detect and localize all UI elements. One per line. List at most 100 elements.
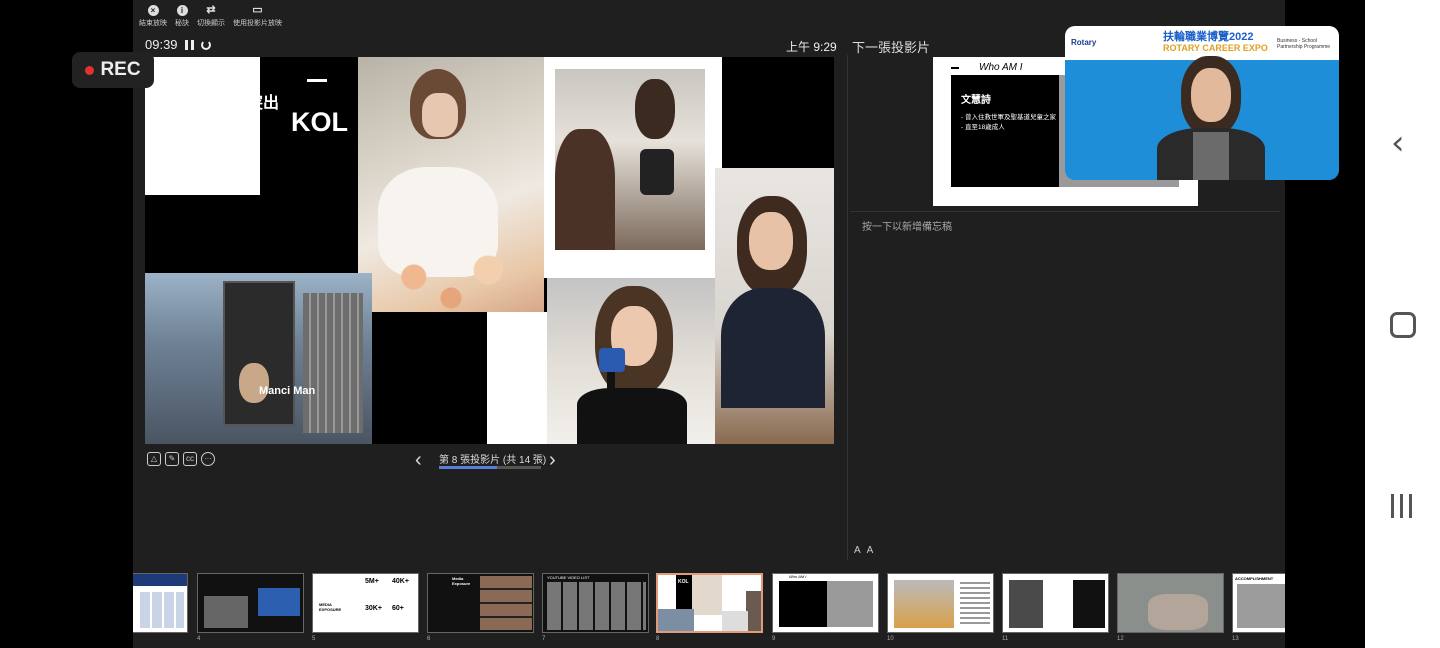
home-icon[interactable] (1390, 312, 1416, 338)
notes-divider (850, 211, 1280, 212)
speaker-notes[interactable]: 按一下以新增備忘稿 (862, 218, 952, 233)
laser-pointer-icon[interactable]: △ (147, 452, 161, 466)
slide-progress-fill (439, 466, 498, 469)
pen-icon[interactable]: ✎ (165, 452, 179, 466)
rotary-logo: Rotary (1071, 38, 1097, 47)
billboard-name: Manci Man (259, 385, 316, 397)
thumbnail-number: 8 (656, 636, 660, 642)
tips-button[interactable]: i 秘訣 (175, 5, 189, 28)
slide-thumbnail[interactable]: YOUTUBE VIDEO LIST (542, 573, 649, 633)
slide-thumbnail[interactable]: ACCOMPLISHMENT (1232, 573, 1285, 633)
clock: 上午 9:29 (786, 40, 837, 54)
portrait-photo (715, 168, 834, 444)
billboard-headline: 最突出 (231, 95, 280, 112)
slide-thumbnail[interactable] (197, 573, 304, 633)
use-slideshow-label: 使用投影片放映 (233, 20, 282, 27)
panel-divider[interactable] (847, 55, 848, 560)
next-slide-bullets: - 曾入住救世軍及聖基道兒童之家 - 直至18歲成人 (961, 113, 1057, 133)
current-slide[interactable]: KOL 最突出 Manci Man (145, 57, 834, 444)
thumbnail-number: 11 (1002, 636, 1009, 642)
white-block (145, 57, 260, 195)
thumbnail-number: 10 (887, 636, 894, 642)
kol-dash (307, 79, 327, 82)
thumbnail-number: 9 (772, 636, 776, 642)
billboard-photo (145, 273, 372, 444)
slideshow-icon: ▭ (252, 4, 263, 16)
close-icon: × (147, 5, 159, 16)
bridal-photo (358, 57, 544, 312)
recent-apps-icon[interactable] (1391, 494, 1412, 518)
video-call-overlay[interactable]: Rotary 扶輪職業博覽2022 ROTARY CAREER EXPO Bus… (1065, 26, 1339, 180)
back-icon[interactable]: ‹ (1391, 126, 1405, 160)
thumbnail-number: 6 (427, 636, 431, 642)
top-right-block (722, 57, 834, 165)
increase-font-button[interactable]: A (854, 545, 861, 556)
black-block (145, 195, 257, 273)
next-slide-label: 下一張投影片 (852, 40, 931, 55)
thumb-label: Media Exposure (452, 576, 471, 586)
swap-icon: ⇄ (206, 4, 216, 16)
more-options-icon[interactable]: ··· (201, 452, 215, 466)
slide-counter: 第 8 張投影片 (共 14 張) (439, 455, 547, 466)
previous-slide-button[interactable]: ‹ (415, 450, 422, 470)
thumbnail-number: 12 (1117, 636, 1124, 642)
thumb-stat: 30K+ (365, 605, 382, 612)
record-dot-icon (85, 65, 95, 75)
slide-thumbnail[interactable]: Who AM I (772, 573, 879, 633)
white-strip (487, 312, 547, 444)
font-size-controls: A A (854, 545, 873, 556)
next-slide-bullet: - 曾入住救世軍及聖基道兒童之家 (961, 114, 1056, 121)
slide-thumbnail-active[interactable]: KOL (656, 573, 763, 633)
slide-thumbnail[interactable] (1002, 573, 1109, 633)
rec-label: REC (100, 59, 141, 80)
pause-icon[interactable] (184, 39, 194, 50)
thumb-label: YOUTUBE VIDEO LIST (547, 575, 590, 580)
info-icon: i (176, 5, 188, 16)
next-slide-name: 文慧詩 (961, 95, 991, 106)
tips-label: 秘訣 (175, 20, 189, 27)
use-slideshow-button[interactable]: ▭ 使用投影片放映 (233, 5, 282, 28)
mirror-photo (555, 69, 705, 250)
thumbnail-number: 4 (197, 636, 201, 642)
thumb-stat: 5M+ (365, 578, 379, 585)
decrease-font-button[interactable]: A (867, 545, 874, 556)
slide-progress-bar (439, 466, 541, 469)
thumbnail-number: 5 (312, 636, 316, 642)
thumb-stat: 40K+ (392, 578, 409, 585)
next-slide-text-box: 文慧詩 - 曾入住救世軍及聖基道兒童之家 - 直至18歲成人 (951, 75, 1059, 187)
thumb-label: Who AM I (789, 574, 807, 579)
expo-title-line1: 扶輪職業博覽2022 (1163, 31, 1254, 43)
recording-indicator[interactable]: REC (72, 52, 154, 88)
speaker-video (1153, 48, 1269, 180)
thumb-label: ACCOMPLISHMENT (1235, 576, 1274, 581)
slide-thumbnail[interactable] (133, 573, 188, 633)
next-slide-dash (951, 67, 959, 69)
end-show-label: 結束放映 (139, 20, 167, 27)
thumb-stat: 60+ (392, 605, 404, 612)
subtitles-icon[interactable]: cc (183, 452, 197, 466)
thumb-label: MEDIA EXPOSURE (319, 602, 342, 612)
screen: × 結束放映 i 秘訣 ⇄ 切換顯示 ▭ 使用投影片放映 09:39 上午 9:… (0, 0, 1440, 648)
partner-logo-text: Business - School Partnership Programme (1277, 38, 1331, 50)
timer-row: 09:39 (145, 37, 211, 52)
end-show-button[interactable]: × 結束放映 (139, 5, 167, 28)
next-slide-title: Who AM I (979, 62, 1023, 73)
thumbnail-number: 13 (1232, 636, 1239, 642)
slide-thumbnail[interactable] (887, 573, 994, 633)
thumb-label: KOL (678, 579, 689, 585)
slide-thumbnail[interactable]: MEDIA EXPOSURE 5M+ 40K+ 30K+ 60+ (312, 573, 419, 633)
reset-timer-icon[interactable] (200, 39, 211, 50)
presenter-toolbar: × 結束放映 i 秘訣 ⇄ 切換顯示 ▭ 使用投影片放映 (139, 5, 282, 28)
slide-tools: △ ✎ cc ··· (147, 452, 215, 466)
swap-display-label: 切換顯示 (197, 20, 225, 27)
kol-title: KOL (291, 107, 348, 137)
slide-thumbnail[interactable] (1117, 573, 1224, 633)
thumbnail-strip[interactable]: 4 MEDIA EXPOSURE 5M+ 40K+ 30K+ 60+ 5 Med… (133, 572, 1285, 648)
black-block-bottom (372, 312, 487, 444)
slide-thumbnail[interactable]: Media Exposure (427, 573, 534, 633)
next-slide-button[interactable]: › (549, 450, 556, 470)
kol-panel (260, 57, 358, 273)
next-slide-bullet: - 直至18歲成人 (961, 124, 1005, 131)
swap-display-button[interactable]: ⇄ 切換顯示 (197, 5, 225, 28)
elapsed-timer: 09:39 (145, 37, 178, 52)
